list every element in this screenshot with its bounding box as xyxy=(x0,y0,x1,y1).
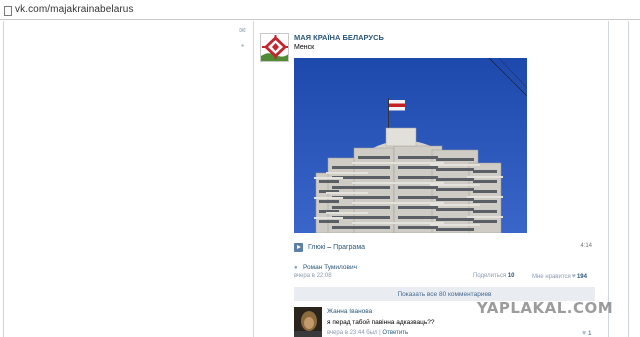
share-count: 10 xyxy=(507,273,515,279)
comment-author[interactable]: Жанна Іванова xyxy=(327,308,372,315)
user-photo-icon xyxy=(294,307,322,337)
comment-text: я перад табой павінна адказваць?? xyxy=(327,319,435,326)
address-bar[interactable]: vk.com/majakrainabelarus xyxy=(0,0,640,20)
signer-name[interactable]: Роман Тумилович xyxy=(303,264,357,271)
comment-icon[interactable]: ▪ xyxy=(238,42,247,50)
play-button[interactable] xyxy=(294,242,303,252)
post-date[interactable]: вчера в 22:08 xyxy=(294,273,332,279)
user-icon: ● xyxy=(294,264,298,271)
comment-avatar[interactable] xyxy=(294,307,322,337)
post-author[interactable]: МАЯ КРАЇНА БЕЛАРУСЬ xyxy=(294,33,384,42)
reply-button[interactable]: Ответить xyxy=(382,330,408,336)
watermark: YAPLAKAL.COM xyxy=(476,299,614,317)
heart-icon: ♥ xyxy=(571,273,576,280)
column-divider xyxy=(3,21,4,337)
column-divider xyxy=(608,21,609,337)
building-flag-image xyxy=(294,58,527,233)
post-photo[interactable] xyxy=(294,58,527,233)
column-divider xyxy=(628,21,629,337)
page-icon xyxy=(3,5,12,16)
audio-title[interactable]: Глюкі – Праграма xyxy=(308,244,365,251)
like-label: Мне нравится xyxy=(532,273,571,280)
share-button[interactable]: Поделиться 10 xyxy=(473,273,515,279)
comment-meta: вчера в 23:44 был | Ответить xyxy=(327,330,409,336)
share-label: Поделиться xyxy=(473,273,507,279)
url-text[interactable]: vk.com/majakrainabelarus xyxy=(15,4,134,15)
audio-song[interactable]: Праграма xyxy=(333,244,365,251)
group-avatar[interactable] xyxy=(260,33,289,62)
post-signer[interactable]: ● Роман Тумилович xyxy=(294,264,357,271)
mail-icon[interactable]: ✉ xyxy=(238,27,247,35)
heart-icon: ♥ xyxy=(582,330,587,337)
post-text: Менск xyxy=(294,44,315,51)
comment-date[interactable]: вчера в 23:44 был xyxy=(327,330,378,336)
column-divider xyxy=(253,21,254,337)
audio-separator: – xyxy=(325,243,334,251)
like-button[interactable]: Мне нравится ♥ 194 xyxy=(532,273,587,280)
side-icons: ✉ ▪ xyxy=(238,27,250,57)
like-count: 194 xyxy=(576,273,587,280)
audio-track[interactable]: Глюкі – Праграма 4:14 xyxy=(294,241,594,253)
comment-like-count: 1 xyxy=(588,330,592,337)
comment-like-button[interactable]: ♥ 1 xyxy=(582,330,592,337)
ornament-logo-icon xyxy=(261,34,288,61)
audio-artist[interactable]: Глюкі xyxy=(308,244,325,251)
audio-duration: 4:14 xyxy=(580,243,592,249)
